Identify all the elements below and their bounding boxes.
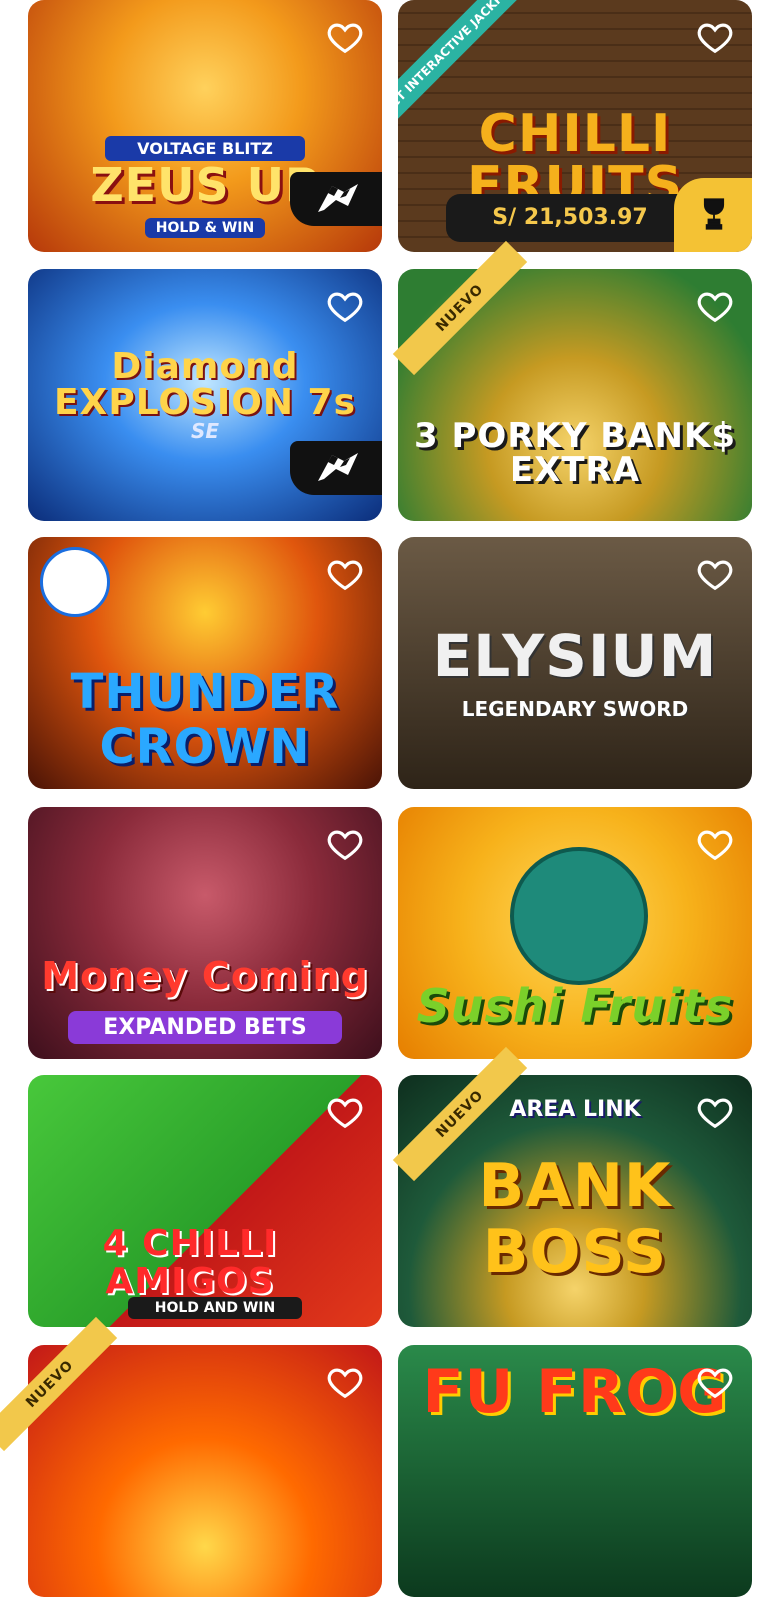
- game-card-fu-frog[interactable]: FU FROG: [398, 1345, 752, 1597]
- game-title: Diamond EXPLOSION 7s: [53, 346, 357, 423]
- race-flag-badge: [290, 172, 382, 226]
- game-card-diamond-explosion[interactable]: Diamond EXPLOSION 7s SE: [28, 269, 382, 521]
- game-card-sushi-fruits[interactable]: Sushi Fruits: [398, 807, 752, 1059]
- favorite-heart-icon[interactable]: [326, 1363, 364, 1401]
- jackpot-amount: S/ 21,503.97: [446, 194, 694, 242]
- game-card-chilli-amigos[interactable]: 4 CHILLI AMIGOS HOLD AND WIN: [28, 1075, 382, 1327]
- chef-character: [510, 847, 648, 985]
- game-title: Sushi Fruits: [416, 979, 734, 1033]
- game-tagline: EXPANDED BETS: [68, 1011, 342, 1044]
- game-title: BANK BOSS: [478, 1151, 672, 1287]
- favorite-heart-icon[interactable]: [696, 18, 734, 56]
- game-title: ELYSIUM: [432, 622, 718, 690]
- game-tagline: HOLD AND WIN: [128, 1297, 302, 1319]
- favorite-heart-icon[interactable]: [696, 825, 734, 863]
- game-tagline: HOLD & WIN: [145, 218, 265, 238]
- favorite-heart-icon[interactable]: [326, 18, 364, 56]
- game-card-chilli-fruits[interactable]: CT INTERACTIVE JACKPOT CHILLI FRUITS S/ …: [398, 0, 752, 252]
- game-card-money-coming[interactable]: Money Coming EXPANDED BETS: [28, 807, 382, 1059]
- game-card-phoenix[interactable]: NUEVO: [0, 1316, 382, 1597]
- game-card-elysium[interactable]: ELYSIUM LEGENDARY SWORD: [398, 537, 752, 789]
- game-title: 4 CHILLI AMIGOS: [102, 1223, 278, 1302]
- jackpot-corner-ribbon: CT INTERACTIVE JACKPOT: [398, 0, 518, 120]
- favorite-heart-icon[interactable]: [696, 287, 734, 325]
- game-title: Money Coming: [41, 954, 369, 998]
- race-flag-badge: [290, 441, 382, 495]
- favorite-heart-icon[interactable]: [326, 1093, 364, 1131]
- checkered-flag-icon: [318, 453, 358, 481]
- game-title: 3 PORKY BANK$ EXTRA: [414, 416, 736, 490]
- favorite-heart-icon[interactable]: [326, 555, 364, 593]
- game-card-porky-banks[interactable]: 3 PORKY BANK$ EXTRA NUEVO: [392, 240, 752, 521]
- game-card-bank-boss[interactable]: AREA LINK BANK BOSS NUEVO: [392, 1046, 752, 1327]
- trophy-icon: [703, 198, 725, 230]
- trophy-badge: [674, 178, 752, 252]
- game-subtitle: LEGENDARY SWORD: [461, 697, 689, 721]
- favorite-heart-icon[interactable]: [696, 1093, 734, 1131]
- checkered-flag-icon: [318, 184, 358, 212]
- game-card-thunder-crown[interactable]: THUNDER CROWN: [28, 537, 382, 789]
- favorite-heart-icon[interactable]: [696, 555, 734, 593]
- game-card-zeus-up[interactable]: VOLTAGE BLITZ ZEUS UP HOLD & WIN: [28, 0, 382, 252]
- game-title: THUNDER CROWN: [70, 664, 340, 776]
- favorite-heart-icon[interactable]: [326, 825, 364, 863]
- provider-logo: [40, 547, 110, 617]
- favorite-heart-icon[interactable]: [696, 1363, 734, 1401]
- game-subtitle: SE: [190, 419, 220, 443]
- favorite-heart-icon[interactable]: [326, 287, 364, 325]
